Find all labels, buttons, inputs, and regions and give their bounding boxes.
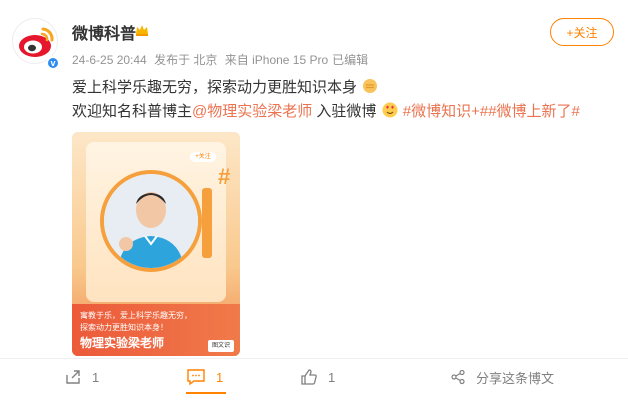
- post-image[interactable]: +关注 # 寓教于乐，爱上科学乐趣无穷， 探索动力更胜知识本身！ 物理实验梁老师…: [72, 132, 240, 356]
- repost-count: 1: [92, 369, 100, 385]
- mention-link[interactable]: @物理实验梁老师: [192, 103, 312, 120]
- share-button[interactable]: 分享这条博文: [450, 366, 554, 388]
- repost-icon: [66, 370, 80, 384]
- comment-active-indicator: [186, 392, 226, 394]
- post-meta: 24-6-25 20:44 发布于 北京 来自 iPhone 15 Pro 已编辑: [72, 51, 372, 68]
- post-text-line1: 爱上科学乐趣无穷，探索动力更胜知识本身: [72, 76, 379, 97]
- published-location: 发布于 北京: [154, 53, 218, 67]
- hash-decoration-icon: #: [218, 164, 231, 189]
- blogger-portrait: [100, 170, 202, 272]
- image-caption-title: 物理实验梁老师: [80, 336, 165, 350]
- timestamp[interactable]: 24-6-25 20:44: [72, 53, 147, 67]
- comment-count: 1: [216, 369, 224, 385]
- edited-label[interactable]: 已编辑: [332, 53, 368, 67]
- like-button[interactable]: 1: [300, 366, 335, 388]
- fist-emoji-icon: [363, 79, 378, 93]
- post-line2-prefix: 欢迎知名科普博主: [72, 103, 193, 120]
- post-line2-middle: 入驻微博: [312, 103, 377, 120]
- thumbs-up-icon: [301, 369, 317, 385]
- image-caption-line2: 探索动力更胜知识本身！: [80, 323, 168, 332]
- crown-badge-icon: [136, 25, 148, 36]
- comment-button[interactable]: 1: [186, 366, 223, 388]
- like-count: 1: [328, 369, 336, 385]
- share-label: 分享这条博文: [476, 370, 555, 386]
- image-caption-line1: 寓教于乐，爱上科学乐趣无穷，: [80, 311, 192, 320]
- name-ribbon: [202, 188, 212, 258]
- person-portrait-icon: [104, 174, 198, 268]
- share-icon: [451, 369, 465, 385]
- verified-badge-icon: v: [46, 56, 60, 70]
- love-emoji-icon: [382, 102, 398, 118]
- username[interactable]: 微博科普: [72, 20, 136, 44]
- post-text-line2: 欢迎知名科普博主@物理实验梁老师 入驻微博 #微博知识+##微博上新了#: [72, 100, 580, 121]
- hashtag-links[interactable]: #微博知识+##微博上新了#: [403, 103, 580, 120]
- post-line1-text: 爱上科学乐趣无穷，探索动力更胜知识本身: [72, 79, 358, 96]
- repost-button[interactable]: 1: [64, 366, 99, 388]
- comment-icon: [187, 369, 205, 386]
- image-badge: 图文识: [208, 340, 234, 352]
- device-source: 来自 iPhone 15 Pro: [224, 53, 329, 67]
- follow-button[interactable]: +关注: [550, 18, 614, 46]
- image-follow-tag: +关注: [190, 152, 216, 162]
- action-divider: [0, 358, 628, 359]
